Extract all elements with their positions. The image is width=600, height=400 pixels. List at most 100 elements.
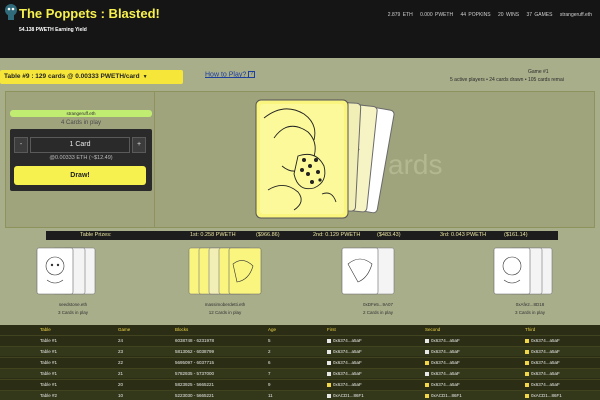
player-name: 0xAfe2...8D18 bbox=[515, 302, 545, 307]
table-header: Table Game Blocks Age First Second Third bbox=[0, 325, 600, 335]
app-header: The Poppets : Blasted! 54.138 PWETH Earn… bbox=[0, 0, 600, 58]
account-name[interactable]: strangeruff.eth bbox=[560, 12, 592, 18]
popkins-count: 44 POPKINS bbox=[460, 12, 491, 18]
table-cell: 6 bbox=[268, 360, 271, 365]
winner-address[interactable]: 0x6374...a5aF bbox=[431, 360, 460, 365]
winner-address[interactable]: 0x6374...a5aF bbox=[431, 371, 460, 376]
card-quantity-input[interactable]: 1 Card bbox=[30, 137, 130, 153]
table-row[interactable]: Table #1 22 5695097 - 6037715 6 0x6374...a5a… bbox=[0, 357, 600, 367]
table-cell: 0x6374...a5aF bbox=[327, 336, 362, 346]
player-cards-count: 3 Cards in play bbox=[514, 310, 545, 315]
table-cell: 6038748 - 6231978 bbox=[175, 338, 215, 343]
table-cell: 10 bbox=[118, 393, 124, 398]
increase-quantity-button[interactable]: + bbox=[132, 137, 146, 153]
winner-address[interactable]: 0x6374...a5aF bbox=[333, 349, 362, 354]
eth-balance: 2.879 ETH bbox=[387, 12, 413, 18]
winner-address[interactable]: 0xACD1...86F1 bbox=[531, 393, 562, 398]
winner-marker-icon bbox=[425, 338, 429, 343]
help-icon: ? bbox=[248, 71, 256, 78]
table-cell: 0x6374...a5aF bbox=[525, 347, 560, 357]
winner-marker-icon bbox=[525, 382, 529, 387]
winner-address[interactable]: 0x6374...a5aF bbox=[333, 371, 362, 376]
winner-marker-icon bbox=[425, 393, 429, 398]
table-cell: 0x6374...a5aF bbox=[525, 380, 560, 390]
player-cards-count: 2 Cards in play bbox=[362, 310, 393, 315]
player-cards-in-play: 4 Cards in play bbox=[60, 120, 102, 126]
table-cell: Table #1 bbox=[40, 338, 58, 343]
player-cards-count: 12 Cards in play bbox=[208, 310, 242, 315]
table-cell: 24 bbox=[118, 338, 124, 343]
winner-marker-icon bbox=[327, 393, 331, 398]
third-prize-usd: ($161.14) bbox=[504, 232, 528, 238]
winner-marker-icon bbox=[327, 338, 331, 343]
table-row[interactable]: Table #1 24 6038748 - 6231978 5 0x6374...a5a… bbox=[0, 335, 600, 345]
table-selector[interactable]: Table #9 : 129 cards @ 0.00333 PWETH/car… bbox=[0, 70, 183, 84]
winner-marker-icon bbox=[327, 382, 331, 387]
winner-address[interactable]: 0x6374...a5aF bbox=[333, 360, 362, 365]
winner-address[interactable]: 0x6374...a5aF bbox=[431, 349, 460, 354]
winner-marker-icon bbox=[327, 371, 331, 376]
winner-address[interactable]: 0x6374...a5aF bbox=[431, 338, 460, 343]
third-prize: 3rd: 0.043 PWETH bbox=[440, 232, 487, 238]
player-name-badge: strangeruff.eth bbox=[10, 110, 152, 117]
winner-marker-icon bbox=[327, 349, 331, 354]
table-cell: 2 bbox=[268, 349, 271, 354]
column-header-third: Third bbox=[525, 327, 536, 332]
winner-marker-icon bbox=[525, 371, 529, 376]
winner-marker-icon bbox=[327, 360, 331, 365]
table-cell: 0x6374...a5aF bbox=[327, 358, 362, 368]
table-row[interactable]: Table #1 23 5813062 - 6038799 2 0x6374...a5a… bbox=[0, 346, 600, 356]
winner-address[interactable]: 0x6374...a5aF bbox=[333, 382, 362, 387]
how-to-play-link[interactable]: How to Play? ? bbox=[205, 71, 256, 78]
table-cell: 11 bbox=[268, 393, 273, 398]
first-prize-usd: ($966.86) bbox=[256, 232, 280, 238]
table-cell: 0x6374...a5aF bbox=[525, 336, 560, 346]
table-row[interactable]: Table #2 10 5223030 - 5665221 11 0xACD1...86… bbox=[0, 390, 600, 400]
table-prizes-bar: Table Prizes: 1st: 0.258 PWETH ($966.86)… bbox=[46, 231, 558, 240]
table-row[interactable]: Table #1 21 5782935 - 5737000 7 0x6374...a5a… bbox=[0, 368, 600, 378]
first-prize: 1st: 0.258 PWETH bbox=[190, 232, 236, 238]
winner-address[interactable]: 0xACD1...86F1 bbox=[333, 393, 364, 398]
player-name: seedstone.eth bbox=[58, 302, 88, 307]
table-selector-label: Table #9 : 129 cards @ 0.00333 PWETH/car… bbox=[4, 73, 140, 80]
game-info: Game #1 5 active players • 24 cards draw… bbox=[450, 69, 564, 83]
winner-address[interactable]: 0x6374...a5aF bbox=[531, 338, 560, 343]
earning-yield: 54.138 PWETH Earning Yield bbox=[19, 27, 87, 33]
winner-address[interactable]: 0xACD1...86F1 bbox=[431, 393, 462, 398]
card-thumbnail bbox=[36, 247, 96, 295]
winner-address[interactable]: 0x6374...a5aF bbox=[531, 360, 560, 365]
wins-count: 20 WINS bbox=[498, 12, 520, 18]
account-stats: 2.879 ETH 0.000 PWETH 44 POPKINS 20 WINS… bbox=[383, 12, 592, 18]
decrease-quantity-button[interactable]: - bbox=[14, 137, 28, 153]
column-header-age: Age bbox=[268, 327, 277, 332]
table-cell: 23 bbox=[118, 349, 124, 354]
table-cell: 0x6374...a5aF bbox=[525, 369, 560, 379]
table-cell: Table #1 bbox=[40, 371, 58, 376]
draw-price: @0.00333 ETH (~$12.49) bbox=[49, 155, 113, 161]
winner-address[interactable]: 0x6374...a5aF bbox=[431, 382, 460, 387]
table-cell: 20 bbox=[118, 382, 124, 387]
page-title: The Poppets : Blasted! bbox=[19, 6, 160, 21]
winner-address[interactable]: 0x6374...a5aF bbox=[531, 382, 560, 387]
winner-marker-icon bbox=[525, 393, 529, 398]
winner-address[interactable]: 0x6374...a5aF bbox=[531, 371, 560, 376]
table-cell: 0x6374...a5aF bbox=[425, 347, 460, 357]
draw-button[interactable]: Draw! bbox=[14, 166, 146, 185]
card-thumbnail bbox=[341, 247, 395, 295]
column-header-first: First bbox=[327, 327, 336, 332]
player-name: 0xDFe5...9A07 bbox=[362, 302, 394, 307]
table-cell: 0x6374...a5aF bbox=[327, 369, 362, 379]
column-header-blocks: Blocks bbox=[175, 327, 189, 332]
table-cell: 0x6374...a5aF bbox=[425, 380, 460, 390]
table-cell: 0xACD1...86F1 bbox=[327, 391, 364, 400]
card-thumbnail bbox=[493, 247, 553, 295]
winner-marker-icon bbox=[425, 360, 429, 365]
table-cell: 5695097 - 6037715 bbox=[175, 360, 215, 365]
table-row[interactable]: Table #1 20 5823925 - 5665221 9 0x6374...a5a… bbox=[0, 379, 600, 389]
winner-address[interactable]: 0x6374...a5aF bbox=[531, 349, 560, 354]
pweth-balance: 0.000 PWETH bbox=[420, 12, 454, 18]
table-cell: 0xACD1...86F1 bbox=[525, 391, 562, 400]
drawn-cards-stack[interactable]: J J J bbox=[252, 98, 404, 220]
winner-address[interactable]: 0x6374...a5aF bbox=[333, 338, 362, 343]
table-cell: 0x6374...a5aF bbox=[525, 358, 560, 368]
